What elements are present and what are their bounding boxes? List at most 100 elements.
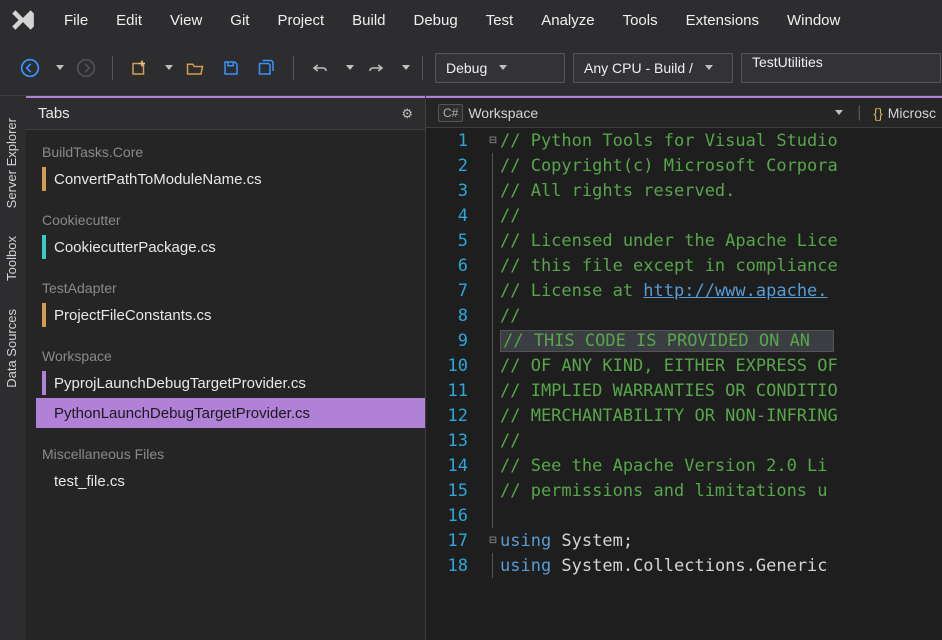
code-line[interactable]: // permissions and limitations u bbox=[500, 478, 942, 503]
line-number: 16 bbox=[426, 503, 468, 528]
undo-dropdown[interactable] bbox=[346, 65, 354, 70]
code-line[interactable]: // License at http://www.apache. bbox=[500, 278, 942, 303]
nav-back-button[interactable] bbox=[16, 54, 44, 82]
code-line[interactable]: // this file except in compliance bbox=[500, 253, 942, 278]
redo-button[interactable] bbox=[362, 54, 390, 82]
gear-icon[interactable]: ⚙ bbox=[401, 106, 413, 122]
toolbar-separator bbox=[422, 56, 423, 80]
tabs-panel: Tabs ⚙ BuildTasks.CoreConvertPathToModul… bbox=[26, 96, 426, 640]
line-number: 8 bbox=[426, 303, 468, 328]
fold-toggle[interactable]: ⊟ bbox=[486, 528, 500, 553]
code-line[interactable]: // Licensed under the Apache Lice bbox=[500, 228, 942, 253]
editor-area: C# Workspace | {} Microsc 12345678910111… bbox=[426, 96, 942, 640]
code-line[interactable]: // MERCHANTABILITY OR NON-INFRING bbox=[500, 403, 942, 428]
file-color-bar bbox=[42, 235, 46, 259]
solution-config-dropdown[interactable]: Debug bbox=[435, 53, 565, 83]
menu-edit[interactable]: Edit bbox=[102, 0, 156, 40]
line-number: 13 bbox=[426, 428, 468, 453]
line-number: 1 bbox=[426, 128, 468, 153]
tab-file-item[interactable]: PyprojLaunchDebugTargetProvider.cs bbox=[36, 368, 425, 398]
fold-guide bbox=[492, 353, 500, 378]
line-number: 11 bbox=[426, 378, 468, 403]
fold-guide bbox=[492, 453, 500, 478]
tab-file-item[interactable]: ConvertPathToModuleName.cs bbox=[36, 164, 425, 194]
code-line[interactable]: // bbox=[500, 428, 942, 453]
fold-guide bbox=[492, 253, 500, 278]
chevron-down-icon[interactable] bbox=[835, 110, 843, 115]
start-target-textbox[interactable]: TestUtilities bbox=[741, 53, 941, 83]
fold-guide bbox=[492, 403, 500, 428]
line-number: 4 bbox=[426, 203, 468, 228]
nav-back-dropdown[interactable] bbox=[56, 65, 64, 70]
file-color-bar bbox=[42, 469, 46, 493]
code-line[interactable]: // All rights reserved. bbox=[500, 178, 942, 203]
menu-view[interactable]: View bbox=[156, 0, 216, 40]
tab-file-item[interactable]: CookiecutterPackage.cs bbox=[36, 232, 425, 262]
undo-button[interactable] bbox=[306, 54, 334, 82]
code-editor[interactable]: // Python Tools for Visual Studio// Copy… bbox=[500, 128, 942, 640]
breadcrumb-project[interactable]: C# Workspace bbox=[432, 104, 549, 122]
menu-extensions[interactable]: Extensions bbox=[672, 0, 773, 40]
line-number: 2 bbox=[426, 153, 468, 178]
file-name-label: CookiecutterPackage.cs bbox=[54, 239, 216, 256]
save-all-button[interactable] bbox=[253, 54, 281, 82]
code-line[interactable]: // bbox=[500, 203, 942, 228]
fold-guide bbox=[492, 328, 500, 353]
menu-window[interactable]: Window bbox=[773, 0, 854, 40]
code-line[interactable]: // IMPLIED WARRANTIES OR CONDITIO bbox=[500, 378, 942, 403]
tab-file-item[interactable]: ProjectFileConstants.cs bbox=[36, 300, 425, 330]
fold-toggle[interactable]: ⊟ bbox=[486, 128, 500, 153]
vs-logo-icon bbox=[8, 5, 38, 35]
tab-file-item[interactable]: test_file.cs bbox=[36, 466, 425, 496]
line-number: 17 bbox=[426, 528, 468, 553]
menubar: FileEditViewGitProjectBuildDebugTestAnal… bbox=[0, 0, 942, 40]
tab-group-label: TestAdapter bbox=[36, 276, 425, 300]
line-number: 14 bbox=[426, 453, 468, 478]
open-button[interactable] bbox=[181, 54, 209, 82]
save-button[interactable] bbox=[217, 54, 245, 82]
solution-config-value: Debug bbox=[446, 60, 487, 76]
nav-forward-button[interactable] bbox=[72, 54, 100, 82]
menu-tools[interactable]: Tools bbox=[609, 0, 672, 40]
code-line[interactable]: using System; bbox=[500, 528, 942, 553]
code-line[interactable]: // Copyright(c) Microsoft Corpora bbox=[500, 153, 942, 178]
line-number: 12 bbox=[426, 403, 468, 428]
file-color-bar bbox=[42, 401, 46, 425]
code-line[interactable]: using System.Collections.Generic bbox=[500, 553, 942, 578]
tab-group-label: Workspace bbox=[36, 344, 425, 368]
file-color-bar bbox=[42, 303, 46, 327]
side-tab-server-explorer[interactable]: Server Explorer bbox=[0, 104, 26, 222]
code-line[interactable]: // OF ANY KIND, EITHER EXPRESS OF bbox=[500, 353, 942, 378]
menu-build[interactable]: Build bbox=[338, 0, 399, 40]
menu-test[interactable]: Test bbox=[472, 0, 528, 40]
code-line[interactable]: // THIS CODE IS PROVIDED ON AN bbox=[500, 328, 942, 353]
line-number: 6 bbox=[426, 253, 468, 278]
breadcrumb: C# Workspace | {} Microsc bbox=[426, 98, 942, 128]
new-item-dropdown[interactable] bbox=[165, 65, 173, 70]
tab-group-label: BuildTasks.Core bbox=[36, 140, 425, 164]
code-line[interactable]: // Python Tools for Visual Studio bbox=[500, 128, 942, 153]
code-line[interactable]: // See the Apache Version 2.0 Li bbox=[500, 453, 942, 478]
solution-platform-dropdown[interactable]: Any CPU - Build / bbox=[573, 53, 733, 83]
menu-file[interactable]: File bbox=[50, 0, 102, 40]
code-line[interactable]: // bbox=[500, 303, 942, 328]
line-number-gutter: 123456789101112131415161718 bbox=[426, 128, 486, 640]
code-line[interactable] bbox=[500, 503, 942, 528]
fold-guide bbox=[492, 378, 500, 403]
breadcrumb-namespace[interactable]: {} Microsc bbox=[867, 105, 942, 121]
menu-git[interactable]: Git bbox=[216, 0, 263, 40]
line-number: 10 bbox=[426, 353, 468, 378]
menu-analyze[interactable]: Analyze bbox=[527, 0, 608, 40]
new-item-button[interactable] bbox=[125, 54, 153, 82]
file-name-label: test_file.cs bbox=[54, 473, 125, 490]
side-tab-data-sources[interactable]: Data Sources bbox=[0, 295, 26, 402]
file-name-label: PyprojLaunchDebugTargetProvider.cs bbox=[54, 375, 306, 392]
tab-file-item[interactable]: PythonLaunchDebugTargetProvider.cs bbox=[36, 398, 425, 428]
redo-dropdown[interactable] bbox=[402, 65, 410, 70]
menu-debug[interactable]: Debug bbox=[400, 0, 472, 40]
side-tab-toolbox[interactable]: Toolbox bbox=[0, 222, 26, 295]
fold-guide bbox=[492, 178, 500, 203]
menu-project[interactable]: Project bbox=[263, 0, 338, 40]
chevron-down-icon bbox=[705, 65, 713, 70]
fold-guide bbox=[492, 553, 500, 578]
